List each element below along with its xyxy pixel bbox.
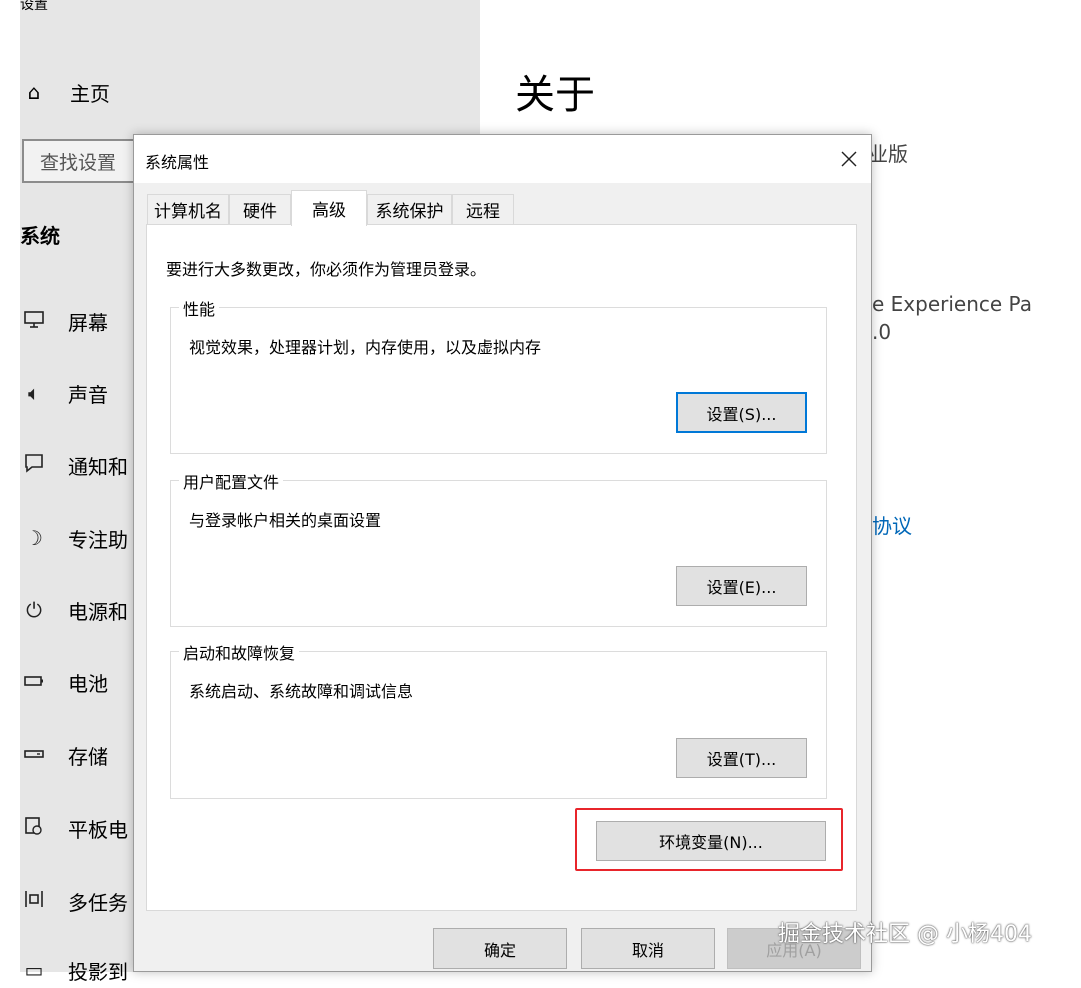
sidebar-item-label: 专注助 (68, 527, 128, 552)
sidebar-item-notifications[interactable]: 通知和 (20, 447, 128, 483)
dialog-title: 系统属性 (145, 153, 210, 172)
sidebar-item-sound[interactable]: 🔈︎ 声音 (20, 375, 108, 411)
tab-hardware[interactable]: 硬件 (229, 194, 291, 224)
section-heading-system: 系统 (20, 224, 60, 248)
group-description: 系统启动、系统故障和调试信息 (189, 682, 414, 701)
group-title: 用户配置文件 (179, 469, 284, 493)
home-label: 主页 (70, 81, 110, 106)
power-icon: ⏻ (26, 598, 42, 622)
sidebar-item-label: 通知和 (68, 454, 128, 479)
ok-button[interactable]: 确定 (433, 928, 567, 969)
startup-recovery-settings-button[interactable]: 设置(T)... (676, 738, 807, 778)
settings-window-title: 设置 (20, 0, 48, 13)
sidebar-item-label: 屏幕 (68, 310, 108, 335)
sidebar-item-tablet[interactable]: 平板电 (20, 810, 128, 846)
experience-text: e Experience Pa (872, 292, 1032, 316)
tab-system-protection[interactable]: 系统保护 (367, 194, 452, 224)
tab-remote[interactable]: 远程 (452, 194, 514, 224)
agreement-link[interactable]: 协议 (872, 510, 912, 539)
cancel-button[interactable]: 取消 (581, 928, 715, 969)
sidebar-item-display[interactable]: 屏幕 (20, 303, 108, 339)
tab-computer-name[interactable]: 计算机名 (147, 194, 229, 224)
notification-icon (20, 452, 48, 479)
sidebar-item-label: 多任务 (68, 890, 128, 915)
user-profiles-settings-button[interactable]: 设置(E)... (676, 566, 807, 606)
user-profiles-group: 用户配置文件 与登录帐户相关的桌面设置 设置(E)... (170, 469, 827, 627)
group-description: 与登录帐户相关的桌面设置 (189, 511, 382, 530)
sidebar-item-storage[interactable]: 存储 (20, 737, 108, 773)
home-icon: ⌂ (27, 80, 41, 104)
speaker-icon: 🔈︎ (28, 381, 40, 405)
watermark: 掘金技术社区 @ 小杨404 (778, 922, 1032, 947)
sidebar-item-label: 电源和 (68, 599, 128, 624)
search-placeholder: 查找设置 (40, 151, 117, 174)
storage-icon (20, 743, 48, 767)
sidebar-item-label: 声音 (68, 382, 108, 407)
dialog-titlebar[interactable]: 系统属性 (134, 135, 871, 183)
group-title: 性能 (179, 296, 220, 320)
startup-recovery-group: 启动和故障恢复 系统启动、系统故障和调试信息 设置(T)... (170, 640, 827, 799)
version-text: .0 (872, 320, 892, 344)
close-button[interactable] (833, 143, 865, 175)
system-properties-dialog: 系统属性 计算机名 硬件 高级 系统保护 远程 要进行大多数更改，你必须作为管理… (133, 134, 872, 972)
group-title: 启动和故障恢复 (179, 640, 300, 664)
performance-group: 性能 视觉效果，处理器计划，内存使用，以及虚拟内存 设置(S)... (170, 296, 827, 454)
home-nav-item[interactable]: ⌂ 主页 (20, 76, 110, 108)
focus-assist-icon: ☽ (25, 526, 43, 550)
sidebar-item-focus-assist[interactable]: ☽ 专注助 (20, 520, 128, 556)
sidebar-item-power[interactable]: ⏻ 电源和 (20, 592, 128, 628)
sidebar-item-battery[interactable]: 电池 (20, 664, 108, 700)
settings-search-input[interactable]: 查找设置 (22, 139, 142, 183)
page-title: 关于 (515, 72, 595, 118)
battery-icon (20, 670, 48, 694)
annotation-highlight-box (575, 808, 843, 871)
sidebar-item-label: 平板电 (68, 817, 128, 842)
multitasking-icon (20, 888, 48, 915)
sidebar-item-label: 存储 (68, 744, 108, 769)
tab-advanced[interactable]: 高级 (291, 190, 367, 226)
admin-notice: 要进行大多数更改，你必须作为管理员登录。 (166, 260, 487, 279)
sidebar-item-multitasking[interactable]: 多任务 (20, 883, 128, 919)
tablet-icon (20, 815, 48, 842)
monitor-icon (20, 309, 48, 334)
close-icon (841, 151, 857, 167)
projecting-icon: ▭ (24, 958, 44, 982)
sidebar-item-label: 投影到 (68, 959, 128, 984)
sidebar-item-projecting[interactable]: ▭ 投影到 (20, 952, 128, 988)
edition-text: 业版 (868, 142, 908, 166)
performance-settings-button[interactable]: 设置(S)... (676, 392, 807, 433)
sidebar-item-label: 电池 (68, 671, 108, 696)
group-description: 视觉效果，处理器计划，内存使用，以及虚拟内存 (189, 338, 542, 357)
